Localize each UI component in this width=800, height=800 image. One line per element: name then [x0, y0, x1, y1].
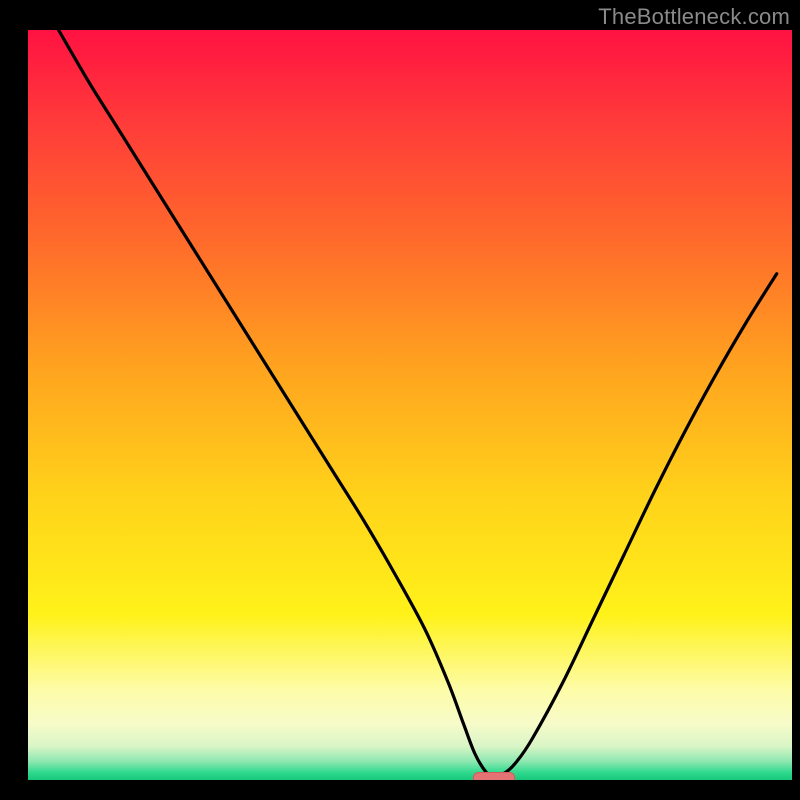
chart-svg [0, 0, 800, 800]
chart-container: TheBottleneck.com [0, 0, 800, 800]
frame-edge [0, 780, 800, 800]
frame-edge [792, 0, 800, 800]
frame-edge [0, 0, 28, 800]
watermark-label: TheBottleneck.com [598, 4, 790, 30]
plot-background [28, 30, 792, 780]
